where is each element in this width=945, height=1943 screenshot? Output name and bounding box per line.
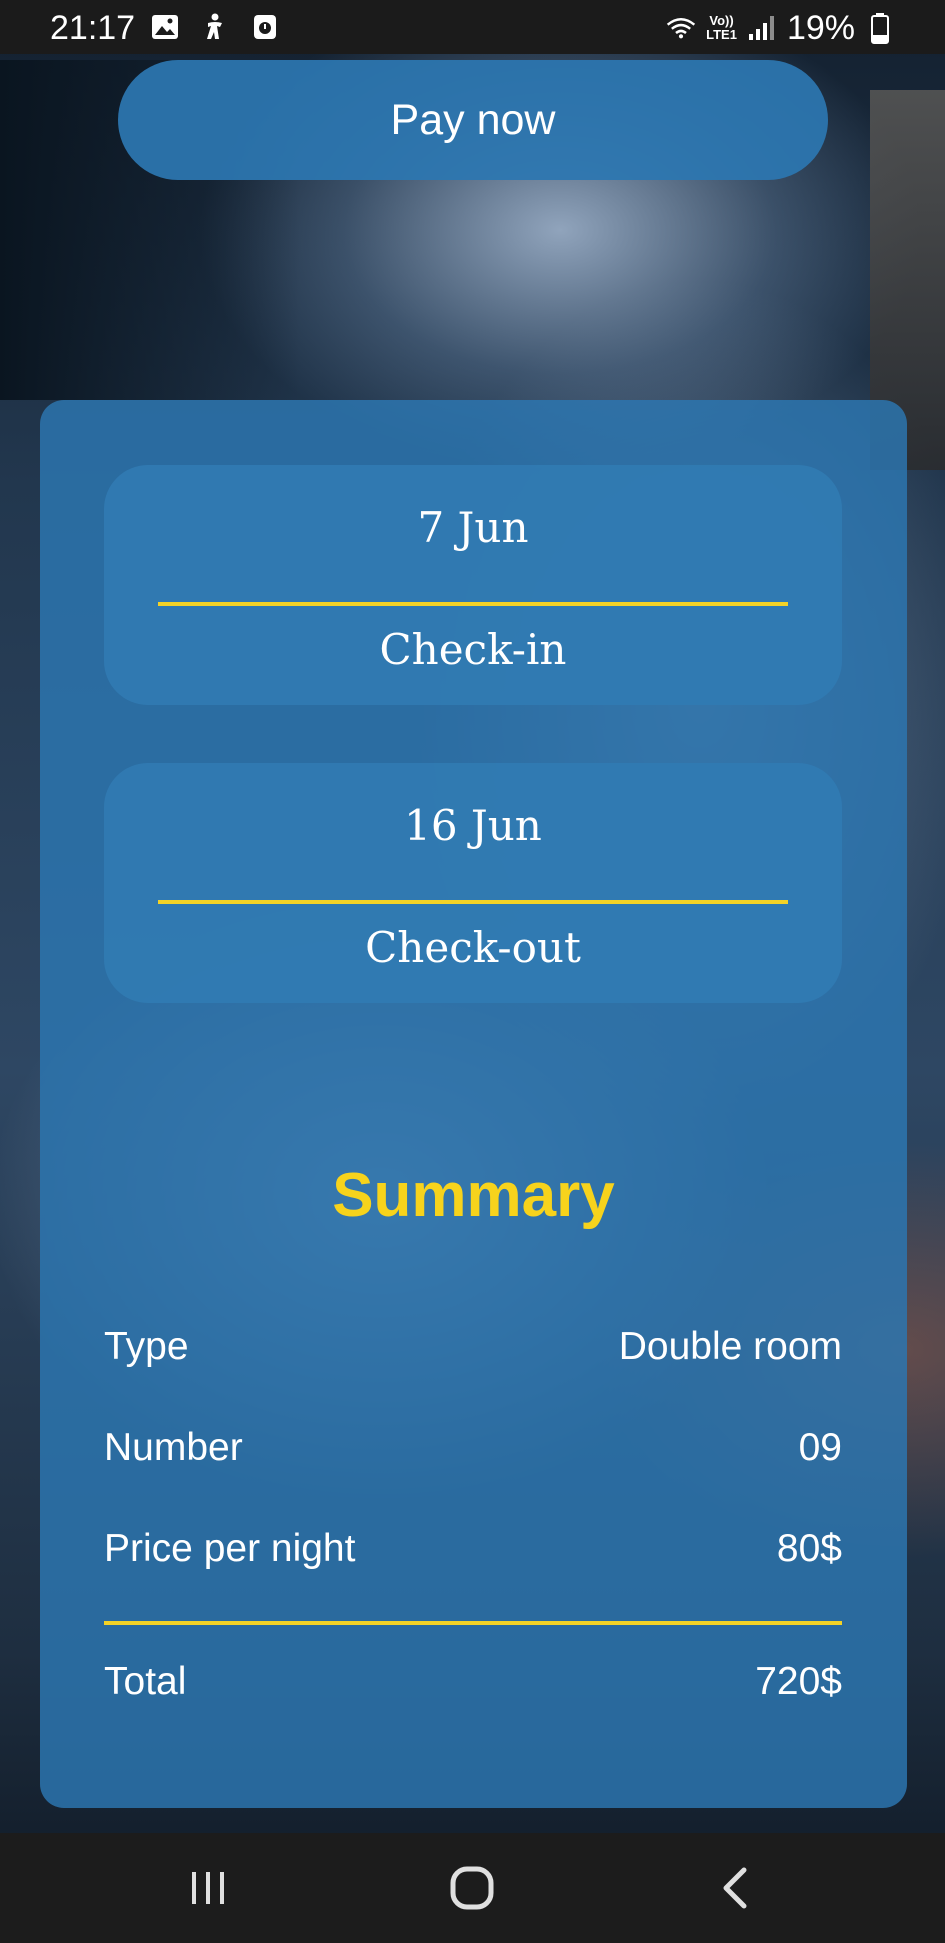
wifi-icon: [666, 13, 696, 43]
signal-icon: [747, 13, 777, 43]
back-icon: [723, 1867, 747, 1909]
summary-row-price: Price per night 80$: [104, 1527, 842, 1571]
total-value: 720$: [755, 1660, 842, 1703]
checkout-date-selector[interactable]: 16 Jun Check-out: [104, 763, 842, 1003]
home-button[interactable]: [432, 1853, 512, 1923]
total-label: Total: [104, 1660, 187, 1703]
status-bar: 21:17 Vo)) LTE1 19%: [0, 0, 945, 54]
summary-row-value: 09: [798, 1426, 842, 1469]
booking-card: 7 Jun Check-in 16 Jun Check-out Summary …: [40, 400, 907, 1808]
image-icon: [150, 12, 180, 42]
checkin-date-selector[interactable]: 7 Jun Check-in: [104, 465, 842, 705]
lte-label: Vo)) LTE1: [706, 13, 737, 42]
summary-row-label: Type: [104, 1325, 189, 1368]
recent-apps-button[interactable]: [168, 1853, 248, 1923]
checkout-date: 16 Jun: [404, 801, 542, 850]
summary-row-total: Total 720$: [104, 1660, 842, 1704]
status-left-icons: [150, 12, 280, 42]
summary-row-label: Number: [104, 1426, 243, 1469]
summary-title: Summary: [332, 1161, 615, 1230]
checkin-label: Check-in: [379, 625, 567, 674]
summary-row-value: 80$: [776, 1527, 842, 1570]
checkout-divider: [158, 900, 788, 904]
summary-row-label: Price per night: [104, 1527, 356, 1570]
summary-row-number: Number 09: [104, 1426, 842, 1470]
summary-row-type: Type Double room: [104, 1325, 842, 1369]
checkout-label: Check-out: [365, 923, 581, 972]
battery-percent: 19%: [786, 9, 855, 47]
battery-icon: [865, 13, 895, 44]
media-icon: [250, 12, 280, 42]
accessibility-icon: [200, 12, 230, 42]
back-button[interactable]: [696, 1853, 776, 1923]
status-time: 21:17: [50, 9, 136, 47]
checkin-date: 7 Jun: [417, 503, 529, 552]
checkin-divider: [158, 602, 788, 606]
pay-now-button[interactable]: Pay now: [118, 60, 828, 180]
recent-apps-icon: [192, 1872, 224, 1904]
home-icon: [450, 1866, 494, 1910]
navigation-bar: [0, 1833, 945, 1943]
status-right: Vo)) LTE1 19%: [666, 8, 895, 48]
summary-row-value: Double room: [618, 1325, 842, 1368]
summary-divider: [104, 1621, 842, 1625]
